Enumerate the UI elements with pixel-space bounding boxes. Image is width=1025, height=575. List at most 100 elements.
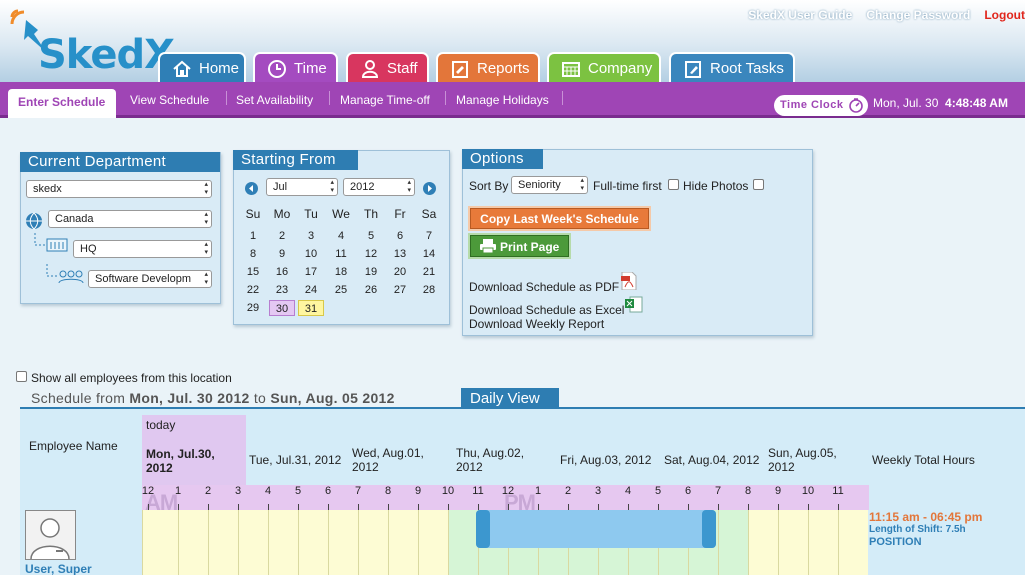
tab-time[interactable]: Time: [253, 52, 338, 83]
year-select[interactable]: 2012: [343, 178, 415, 196]
daily-view-tab[interactable]: Daily View: [461, 388, 559, 409]
calendar-day[interactable]: 6: [387, 228, 413, 244]
print-page-button[interactable]: Print Page: [470, 235, 569, 257]
calendar-day[interactable]: 21: [416, 264, 442, 280]
copy-last-week-button[interactable]: Copy Last Week's Schedule: [470, 208, 649, 229]
hour-cell[interactable]: [142, 510, 178, 575]
user-guide-link[interactable]: SkedX User Guide: [748, 8, 852, 22]
panel-title: Options: [462, 149, 543, 169]
download-excel-link[interactable]: Download Schedule as Excel: [469, 303, 624, 317]
calendar-day[interactable]: 9: [269, 246, 295, 262]
calendar-day[interactable]: 3: [298, 228, 324, 244]
hide-photos-checkbox[interactable]: [753, 179, 764, 190]
calendar-day[interactable]: 20: [387, 264, 413, 280]
calendar-day[interactable]: 8: [240, 246, 266, 262]
weekday-header: Sa: [421, 207, 437, 221]
hour-cell[interactable]: [178, 510, 208, 575]
calendar-day[interactable]: 30: [269, 300, 295, 316]
calendar-day[interactable]: 11: [328, 246, 354, 262]
skedx-logo[interactable]: SkedX: [8, 6, 175, 78]
hide-photos-label: Hide Photos: [683, 179, 749, 193]
subnav-manage-holidays[interactable]: Manage Holidays: [456, 93, 549, 107]
calendar-day[interactable]: 13: [387, 246, 413, 262]
home-icon: [173, 60, 191, 77]
calendar-day[interactable]: 31: [298, 300, 324, 316]
month-select[interactable]: Jul: [266, 178, 338, 196]
tab-reports[interactable]: Reports: [436, 52, 540, 83]
next-month-icon[interactable]: [423, 182, 436, 195]
shift-end-handle[interactable]: [702, 510, 716, 548]
show-all-employees-checkbox[interactable]: [16, 371, 27, 382]
team-icon: [46, 264, 84, 284]
hour-label: 9: [414, 485, 422, 497]
subnav-manage-time-off[interactable]: Manage Time-off: [340, 93, 430, 107]
calendar-day[interactable]: 12: [358, 246, 384, 262]
hour-cell[interactable]: [238, 510, 268, 575]
panel-title: Current Department: [20, 152, 220, 172]
calendar-day[interactable]: 2: [269, 228, 295, 244]
tab-label: Time: [294, 60, 327, 77]
current-date: Mon, Jul. 30: [873, 96, 939, 110]
hour-cell[interactable]: [778, 510, 808, 575]
calendar-day[interactable]: 27: [387, 282, 413, 298]
hour-cell[interactable]: [298, 510, 328, 575]
sort-by-select[interactable]: Seniority: [511, 176, 588, 194]
hour-cell[interactable]: [388, 510, 418, 575]
time-clock-button[interactable]: Time Clock: [774, 95, 868, 116]
tab-root-tasks[interactable]: Root Tasks: [669, 52, 795, 83]
subnav-enter-schedule[interactable]: Enter Schedule: [8, 89, 116, 118]
calendar-day[interactable]: 25: [328, 282, 354, 298]
calendar-day[interactable]: 1: [240, 228, 266, 244]
hour-cell[interactable]: [418, 510, 448, 575]
calendar-day[interactable]: 28: [416, 282, 442, 298]
change-password-link[interactable]: Change Password: [866, 8, 970, 22]
calendar-day[interactable]: 4: [328, 228, 354, 244]
shift-start-handle[interactable]: [476, 510, 490, 548]
calendar-day[interactable]: 16: [269, 264, 295, 280]
team-select[interactable]: Software Developm: [88, 270, 212, 288]
subnav-view-schedule[interactable]: View Schedule: [130, 93, 209, 107]
divider: [329, 91, 330, 105]
sub-navigation: Enter Schedule View Schedule Set Availab…: [0, 82, 1025, 118]
calendar-day[interactable]: 29: [240, 300, 266, 316]
logout-link[interactable]: Logout: [984, 8, 1025, 22]
calendar-day[interactable]: 7: [416, 228, 442, 244]
hour-cell[interactable]: [268, 510, 298, 575]
calendar-day[interactable]: 14: [416, 246, 442, 262]
download-pdf-link[interactable]: Download Schedule as PDF: [469, 280, 619, 294]
hour-cell[interactable]: [838, 510, 868, 575]
hour-cell[interactable]: [718, 510, 748, 575]
shift-bar[interactable]: [476, 510, 716, 548]
tab-home[interactable]: Home: [158, 52, 246, 83]
hour-cell[interactable]: [748, 510, 778, 575]
hour-cell[interactable]: [808, 510, 838, 575]
employee-name[interactable]: User, Super: [25, 562, 92, 575]
tab-staff[interactable]: Staff: [346, 52, 429, 83]
country-select[interactable]: Canada: [48, 210, 212, 228]
fulltime-first-checkbox[interactable]: [668, 179, 679, 190]
hour-cell[interactable]: [358, 510, 388, 575]
calendar-day[interactable]: 18: [328, 264, 354, 280]
calendar-day[interactable]: 23: [269, 282, 295, 298]
calendar-day[interactable]: 10: [298, 246, 324, 262]
pdf-icon[interactable]: [621, 272, 637, 290]
subnav-set-availability[interactable]: Set Availability: [236, 93, 313, 107]
calendar-day[interactable]: 24: [298, 282, 324, 298]
download-weekly-report-link[interactable]: Download Weekly Report: [469, 317, 604, 331]
avatar[interactable]: [25, 510, 77, 560]
hour-cell[interactable]: [328, 510, 358, 575]
calendar-day[interactable]: 26: [358, 282, 384, 298]
company-select[interactable]: skedx: [26, 180, 212, 198]
hour-cell[interactable]: [208, 510, 238, 575]
hour-cell[interactable]: [448, 510, 478, 575]
calendar-day[interactable]: 5: [358, 228, 384, 244]
tab-label: Home: [199, 60, 240, 77]
calendar-day[interactable]: 22: [240, 282, 266, 298]
calendar-day[interactable]: 15: [240, 264, 266, 280]
calendar-day[interactable]: 17: [298, 264, 324, 280]
calendar-day[interactable]: 19: [358, 264, 384, 280]
prev-month-icon[interactable]: [245, 182, 258, 195]
tab-company[interactable]: Company: [547, 52, 661, 83]
location-select[interactable]: HQ: [73, 240, 212, 258]
excel-icon[interactable]: [625, 296, 643, 313]
